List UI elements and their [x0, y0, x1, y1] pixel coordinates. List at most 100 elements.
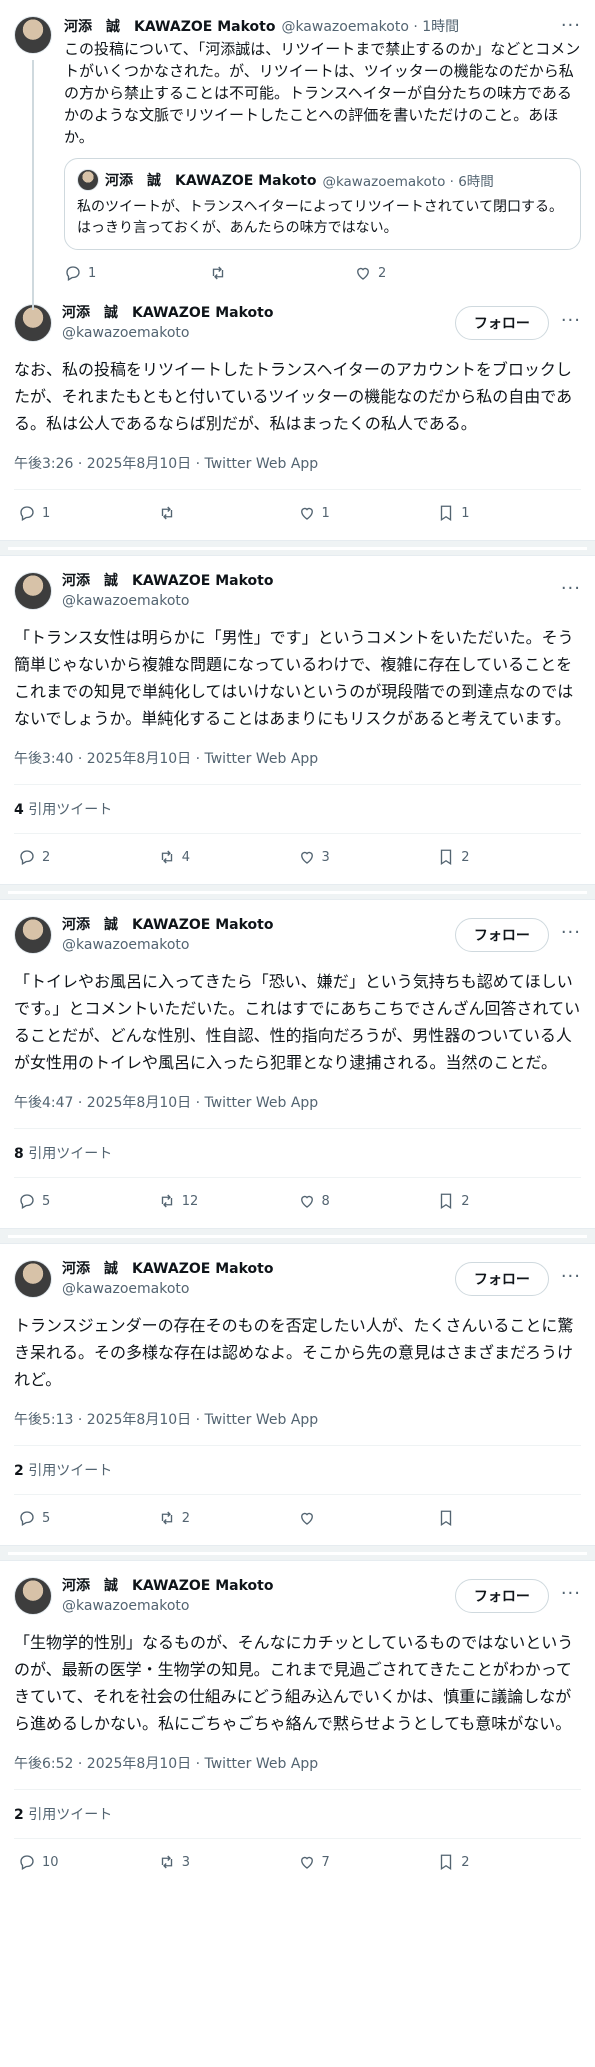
avatar[interactable] — [14, 916, 52, 954]
reply-icon — [18, 504, 36, 522]
author-name[interactable]: 河添 誠 KAWAZOE Makoto — [64, 16, 275, 36]
more-options-icon[interactable]: ··· — [561, 580, 581, 598]
bookmark-icon — [437, 848, 455, 866]
heart-icon — [298, 1192, 316, 1210]
bookmark-action[interactable]: 1 — [437, 504, 577, 522]
like-action[interactable]: 2 — [354, 264, 386, 282]
like-count: 8 — [321, 1193, 330, 1209]
like-action[interactable] — [298, 1509, 438, 1527]
tweet[interactable]: 河添 誠 KAWAZOE Makoto @kawazoemakoto フォロー … — [0, 904, 595, 1224]
tweet[interactable]: 河添 誠 KAWAZOE Makoto @kawazoemakoto フォロー … — [0, 1565, 595, 1885]
avatar[interactable] — [14, 1260, 52, 1298]
like-action[interactable]: 7 — [298, 1853, 438, 1871]
more-options-icon[interactable]: ··· — [561, 312, 581, 330]
follow-button[interactable]: フォロー — [454, 1262, 549, 1296]
author-handle[interactable]: @kawazoemakoto — [62, 1281, 189, 1297]
author-name[interactable]: 河添 誠 KAWAZOE Makoto — [62, 916, 273, 934]
quote-label: 引用ツイート — [28, 1807, 113, 1823]
section-divider — [0, 884, 595, 900]
bookmark-count: 1 — [461, 505, 470, 521]
bookmark-action[interactable]: 2 — [437, 1853, 577, 1871]
tweet-meta[interactable]: 午後5:13 · 2025年8月10日 · Twitter Web App — [14, 1409, 581, 1429]
tweet[interactable]: 河添 誠 KAWAZOE Makoto @kawazoemakoto ··· 「… — [0, 560, 595, 880]
quote-count: 2 — [14, 1807, 24, 1823]
retweet-action[interactable] — [209, 264, 354, 282]
bookmark-action[interactable] — [437, 1509, 577, 1527]
reply-action[interactable]: 5 — [18, 1509, 158, 1527]
retweet-action[interactable]: 4 — [158, 848, 298, 866]
like-action[interactable]: 3 — [298, 848, 438, 866]
follow-button[interactable]: フォロー — [454, 1579, 549, 1613]
quote-tweets-link[interactable]: 4 引用ツイート — [14, 785, 581, 833]
reply-icon — [18, 848, 36, 866]
more-options-icon[interactable]: ··· — [561, 924, 581, 942]
bookmark-action[interactable]: 2 — [437, 1192, 577, 1210]
tweet[interactable]: 河添 誠 KAWAZOE Makoto @kawazoemakoto フォロー … — [0, 1248, 595, 1541]
retweet-icon — [158, 504, 176, 522]
reply-action[interactable]: 1 — [18, 504, 158, 522]
avatar[interactable] — [14, 572, 52, 610]
reply-icon — [18, 1853, 36, 1871]
more-options-icon[interactable]: ··· — [561, 17, 581, 35]
reply-tweet[interactable]: 河添 誠 KAWAZOE Makoto @kawazoemakoto · 1時間… — [0, 0, 595, 310]
bookmark-count: 2 — [461, 849, 470, 865]
reply-count: 1 — [42, 505, 51, 521]
reply-action[interactable]: 2 — [18, 848, 158, 866]
author-name[interactable]: 河添 誠 KAWAZOE Makoto — [62, 572, 273, 590]
bookmark-icon — [437, 1192, 455, 1210]
tweet-meta[interactable]: 午後3:26 · 2025年8月10日 · Twitter Web App — [14, 453, 581, 473]
author-handle[interactable]: @kawazoemakoto — [62, 937, 189, 953]
bookmark-action[interactable]: 2 — [437, 848, 577, 866]
author-name[interactable]: 河添 誠 KAWAZOE Makoto — [62, 304, 273, 322]
quote-count: 2 — [14, 1463, 24, 1479]
tweet-meta[interactable]: 午後3:40 · 2025年8月10日 · Twitter Web App — [14, 748, 581, 768]
reply-action[interactable]: 10 — [18, 1853, 158, 1871]
like-action[interactable]: 8 — [298, 1192, 438, 1210]
follow-button[interactable]: フォロー — [454, 306, 549, 340]
tweet-meta[interactable]: 午後4:47 · 2025年8月10日 · Twitter Web App — [14, 1092, 581, 1112]
quote-tweets-link[interactable]: 8 引用ツイート — [14, 1129, 581, 1177]
heart-icon — [298, 1853, 316, 1871]
author-name[interactable]: 河添 誠 KAWAZOE Makoto — [62, 1260, 273, 1278]
retweet-action[interactable] — [158, 504, 298, 522]
reply-count: 2 — [42, 849, 51, 865]
avatar[interactable] — [14, 1577, 52, 1615]
tweet-text: 「トイレやお風呂に入ってきたら「恐い、嫌だ」という気持ちも認めてほしいです。」と… — [14, 972, 581, 1072]
retweet-action[interactable]: 2 — [158, 1509, 298, 1527]
retweet-action[interactable]: 3 — [158, 1853, 298, 1871]
tweet-meta[interactable]: 午後6:52 · 2025年8月10日 · Twitter Web App — [14, 1753, 581, 1773]
heart-icon — [298, 848, 316, 866]
section-divider — [0, 1545, 595, 1561]
reply-action[interactable]: 5 — [18, 1192, 158, 1210]
tweet[interactable]: 河添 誠 KAWAZOE Makoto @kawazoemakoto フォロー … — [0, 292, 595, 536]
avatar[interactable] — [14, 16, 52, 54]
more-options-icon[interactable]: ··· — [561, 1268, 581, 1286]
author-handle[interactable]: @kawazoemakoto — [62, 1598, 189, 1614]
reply-count: 5 — [42, 1510, 51, 1526]
reply-count: 10 — [42, 1854, 59, 1870]
quote-tweets-link[interactable]: 2 引用ツイート — [14, 1790, 581, 1838]
retweet-action[interactable]: 12 — [158, 1192, 298, 1210]
follow-button[interactable]: フォロー — [454, 918, 549, 952]
bookmark-icon — [437, 1853, 455, 1871]
tweet-text: 「トランス女性は明らかに「男性」です」というコメントをいただいた。そう簡単じゃな… — [14, 628, 574, 728]
quoted-tweet[interactable]: 河添 誠 KAWAZOE Makoto @kawazoemakoto · 6時間… — [64, 158, 581, 250]
author-handle[interactable]: @kawazoemakoto — [62, 325, 189, 341]
quote-label: 引用ツイート — [28, 1146, 113, 1162]
quoted-handle-time: @kawazoemakoto · 6時間 — [322, 174, 494, 190]
retweet-icon — [158, 1509, 176, 1527]
handle-time[interactable]: @kawazoemakoto · 1時間 — [281, 16, 459, 36]
quote-tweets-link[interactable]: 2 引用ツイート — [14, 1446, 581, 1494]
author-handle[interactable]: @kawazoemakoto — [62, 593, 189, 609]
bookmark-count: 2 — [461, 1854, 470, 1870]
section-divider — [0, 540, 595, 556]
like-count: 3 — [321, 849, 330, 865]
author-name[interactable]: 河添 誠 KAWAZOE Makoto — [62, 1577, 273, 1595]
retweet-icon — [158, 1853, 176, 1871]
quoted-author-name: 河添 誠 KAWAZOE Makoto — [105, 173, 317, 189]
reply-action[interactable]: 1 — [64, 264, 209, 282]
retweet-count: 3 — [181, 1854, 191, 1870]
reply-icon — [64, 264, 82, 282]
more-options-icon[interactable]: ··· — [561, 1585, 581, 1603]
like-action[interactable]: 1 — [298, 504, 438, 522]
